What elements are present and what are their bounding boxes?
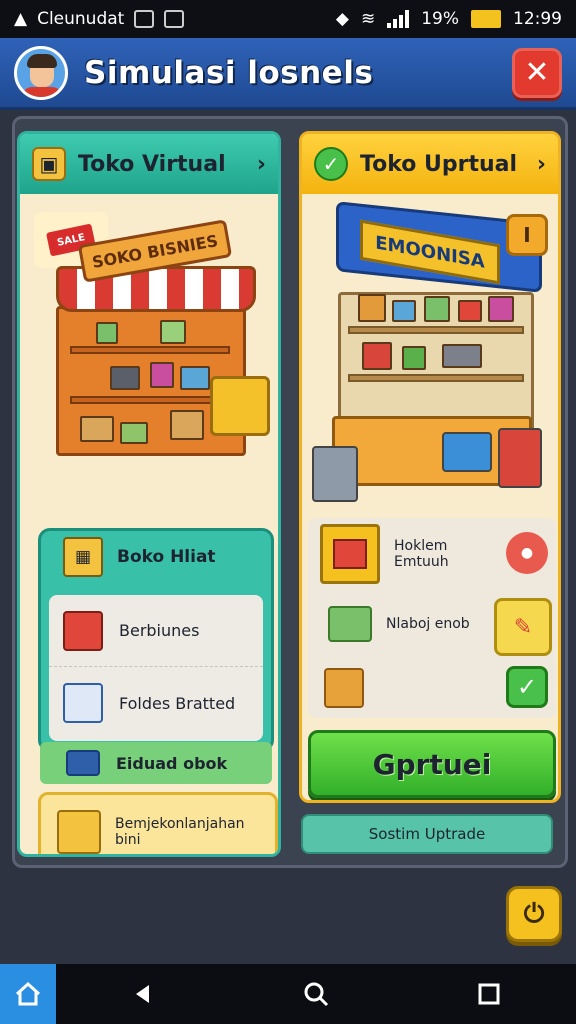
upgrade-store-panel: ✓ Toko Uprtual › EMOONISA I Hoklem Emtuu… [299,131,561,803]
back-icon [135,985,149,1003]
gift-box-icon [324,668,364,708]
power-icon: ⏻ [523,898,545,929]
page-title: Simulasi losnels [84,54,374,91]
battery-percent: 19% [421,9,459,29]
tab-toko-uprtual[interactable]: ✓ Toko Uprtual › [302,134,558,194]
virtual-store-panel: ▣ Toko Virtual › SALE SOKO BISNIES ▦ Bok… [17,131,281,857]
gift-box-icon [57,810,101,854]
pencil-icon: ✎ [513,614,533,640]
atm-machine [498,428,542,488]
carrier-name: Cleunudat [37,9,125,29]
red-box-icon [320,524,380,584]
register-machine [312,446,358,502]
list-header[interactable]: ▦ Boko Hliat [41,531,271,583]
vibrate-icon: ◆ [335,9,349,29]
home-button[interactable] [0,964,56,1024]
player-avatar[interactable] [14,45,68,100]
game-header: Simulasi losnels ✕ [0,38,576,110]
signal-icon [387,10,410,28]
list-item[interactable]: ✓ [308,656,556,720]
stock-list-card: ▦ Boko Hliat Berbiunes Foldes Bratted [38,528,274,752]
chevron-right-icon: › [256,151,266,177]
virtual-store-illustration: SALE SOKO BISNIES [20,196,278,526]
stock-label: Eiduad obok [116,753,228,773]
list-item-label: Foldes Bratted [119,693,236,713]
power-button[interactable]: ⏻ [506,886,562,942]
battery-icon [471,10,501,28]
confirm-button[interactable]: ✓ [506,666,548,708]
main-frame: ▣ Toko Virtual › SALE SOKO BISNIES ▦ Bok… [12,116,568,868]
tab-label: Toko Virtual [78,151,226,177]
list-item-label: Hoklem Emtuuh [394,538,449,570]
shopping-cart-icon [210,376,270,436]
list-item[interactable]: Nlaboj enob ✎ [308,592,556,656]
product-box-icon [63,610,103,651]
stock-summary[interactable]: Eiduad obok [40,742,272,784]
home-icon [15,981,41,1006]
list-item[interactable]: Foldes Bratted [49,667,263,739]
list-item[interactable]: Hoklem Emtuuh ● [308,522,556,586]
notification-badge[interactable]: I [506,214,548,256]
product-crate-icon [63,683,103,723]
recents-button[interactable] [403,982,576,1006]
edit-button[interactable]: ✎ [494,598,552,656]
system-upgrade-button[interactable]: Sostim Uptrade [301,814,553,854]
app-logo-icon: ▲ [14,9,28,29]
blue-box-icon [66,750,100,776]
package-icon: ▦ [63,537,103,577]
primary-action-button[interactable]: Gprtuei [308,730,556,798]
check-icon: ✓ [314,147,348,181]
gallery-icon [164,10,185,28]
info-card[interactable]: Bemjekonlanjahan bini [38,792,278,854]
back-button[interactable] [56,982,229,1006]
navigation-bar [0,964,576,1024]
notification-icon [134,10,155,28]
cooler-box [442,432,492,472]
close-button[interactable]: ✕ [512,47,562,98]
search-icon [304,982,329,1007]
record-button[interactable]: ● [506,532,548,574]
wifi-icon: ≋ [360,9,376,29]
list-header-label: Boko Hliat [117,547,216,567]
tab-label: Toko Uprtual [360,151,518,177]
check-icon: ✓ [516,673,538,701]
list-item-label: Nlaboj enob [386,616,470,632]
search-button[interactable] [229,980,402,1008]
chevron-right-icon: › [536,151,546,177]
recents-icon [478,983,500,1005]
tab-toko-virtual[interactable]: ▣ Toko Virtual › [20,134,278,194]
close-icon: ✕ [524,55,550,90]
stack-icon [328,606,372,642]
status-bar: ▲ Cleunudat ◆ ≋ 19% 12:99 [0,0,576,38]
box-icon: ▣ [32,147,66,181]
list-item[interactable]: Berbiunes [49,595,263,667]
list-item-label: Berbiunes [119,621,200,640]
upgrade-list: Hoklem Emtuuh ● Nlaboj enob ✎ ✓ [308,518,556,718]
info-text: Bemjekonlanjahan bini [115,816,245,848]
upgrade-store-illustration: EMOONISA I [302,196,558,526]
clock: 12:99 [513,9,562,29]
item-list: Berbiunes Foldes Bratted [49,595,263,741]
